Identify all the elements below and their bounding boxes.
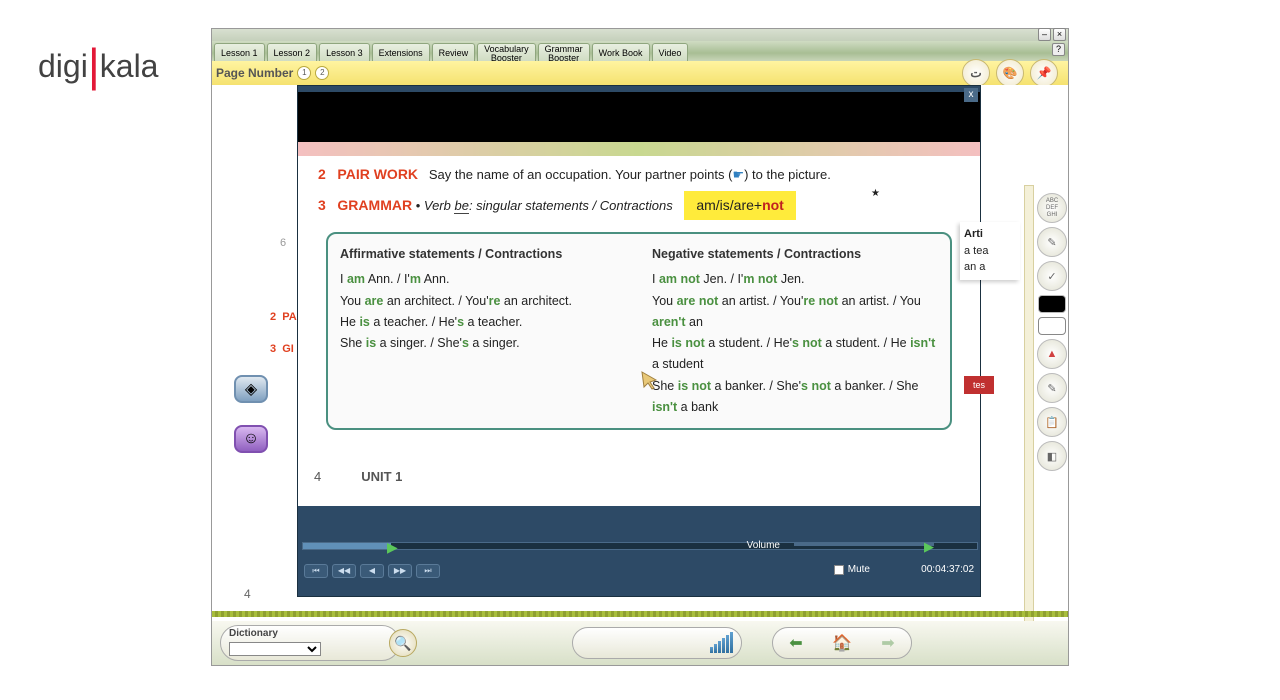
page-viewport: 6 2 PA 3 GI ◈ ☺ 4 x 2 PAIR WORK Say the … [212,85,1068,665]
play-icon[interactable]: ▶ [387,539,397,553]
tab-workbook[interactable]: Work Book [592,43,650,61]
tab-video[interactable]: Video [652,43,689,61]
help-button[interactable]: ? [1052,43,1065,56]
page-number-label: Page Number [216,66,293,80]
grammar-highlight: am/is/are+not [684,191,796,220]
tab-review[interactable]: Review [432,43,476,61]
pin-button[interactable]: 📌 [1030,59,1058,87]
video-controls: ▶ ⏮ ◀◀ ◀ ▶▶ ⏭ Volume ▶ Mute 00:04:37:02 [298,536,980,596]
volume-thumb[interactable]: ▶ [924,539,934,549]
tab-grammar-booster[interactable]: GrammarBooster [538,43,590,61]
right-toolbar: ABCDEFGHI ✎ ✓ ▲ ✎ 📋 ◧ [1034,189,1068,471]
close-button[interactable]: × [1053,28,1066,41]
article-card: Arti a tea an a [960,222,1020,280]
nav-back-button[interactable]: ⬅ [785,632,807,654]
navigation-panel: ⬅ 🏠 ➡ [772,627,912,659]
negative-column: Negative statements / Contractions I am … [652,244,938,418]
skip-forward-button[interactable]: ⏭ [416,564,440,578]
app-window: – × Lesson 1 Lesson 2 Lesson 3 Extension… [211,28,1069,666]
tab-vocab-booster[interactable]: VocabularyBooster [477,43,536,61]
section-divider [212,611,1068,617]
red-side-tab[interactable]: tes [964,376,994,394]
bottom-toolbar: Dictionary 🔍 ⬅ 🏠 ➡ [212,621,1068,665]
avatar-icon-button[interactable]: ☺ [234,425,268,453]
nav-forward-button[interactable]: ➡ [877,632,899,654]
palette-button[interactable]: 🎨 [996,59,1024,87]
scrollbar[interactable] [1024,185,1034,665]
marker-tool[interactable]: ✎ [1037,373,1067,403]
lesson-tabs: Lesson 1 Lesson 2 Lesson 3 Extensions Re… [212,41,1068,61]
mute-control[interactable]: Mute [834,564,870,575]
video-close-button[interactable]: x [964,88,978,102]
pencil-tool[interactable]: ✎ [1037,227,1067,257]
blackboard-tool[interactable] [1038,295,1066,313]
dictionary-search-button[interactable]: 🔍 [389,629,417,657]
equalizer-panel[interactable] [572,627,742,659]
letterbox-top [298,92,980,142]
grammar-table: Affirmative statements / Contractions I … [326,232,952,430]
page-number-4: 4 [244,587,251,601]
tab-lesson1[interactable]: Lesson 1 [214,43,265,61]
step-back-button[interactable]: ◀ [360,564,384,578]
playback-buttons: ⏮ ◀◀ ◀ ▶▶ ⏭ [304,564,440,578]
page-1-button[interactable]: 1 [297,66,311,80]
brand-logo: digi|kala [38,38,158,92]
decorative-strip [298,142,980,156]
minimize-button[interactable]: – [1038,28,1051,41]
affirmative-column: Affirmative statements / Contractions I … [340,244,626,418]
forward-button[interactable]: ▶▶ [388,564,412,578]
mute-checkbox[interactable] [834,565,844,575]
clipboard-tool[interactable]: 📋 [1037,407,1067,437]
volume-label: Volume [747,540,780,551]
translate-button[interactable]: ت [962,59,990,87]
cursor-pointer-icon [640,370,660,390]
window-titlebar: – × [212,29,1068,41]
lesson-body: 2 PAIR WORK Say the name of an occupatio… [298,156,980,438]
eraser-tool[interactable]: ◧ [1037,441,1067,471]
tv-icon-button[interactable]: ◈ [234,375,268,403]
unit-label: 4UNIT 1 [314,467,402,487]
tab-extensions[interactable]: Extensions [372,43,430,61]
shape-tool[interactable]: ▲ [1037,339,1067,369]
dictionary-select[interactable] [229,642,321,656]
abc-tool[interactable]: ABCDEFGHI [1037,193,1067,223]
video-content: 2 PAIR WORK Say the name of an occupatio… [298,142,980,506]
tab-lesson2[interactable]: Lesson 2 [267,43,318,61]
video-player-window: x 2 PAIR WORK Say the name of an occupat… [297,85,981,597]
dictionary-panel: Dictionary 🔍 [220,625,400,661]
check-tool[interactable]: ✓ [1037,261,1067,291]
tab-lesson3[interactable]: Lesson 3 [319,43,370,61]
timecode: 00:04:37:02 [921,564,974,575]
skip-back-button[interactable]: ⏮ [304,564,328,578]
volume-slider[interactable] [794,543,934,546]
page-number-bar: Page Number 1 2 ت 🎨 📌 [212,61,1068,85]
star-icon: ★ [871,186,880,201]
rewind-button[interactable]: ◀◀ [332,564,356,578]
page-2-button[interactable]: 2 [315,66,329,80]
nav-home-button[interactable]: 🏠 [831,632,853,654]
whiteboard-tool[interactable] [1038,317,1066,335]
